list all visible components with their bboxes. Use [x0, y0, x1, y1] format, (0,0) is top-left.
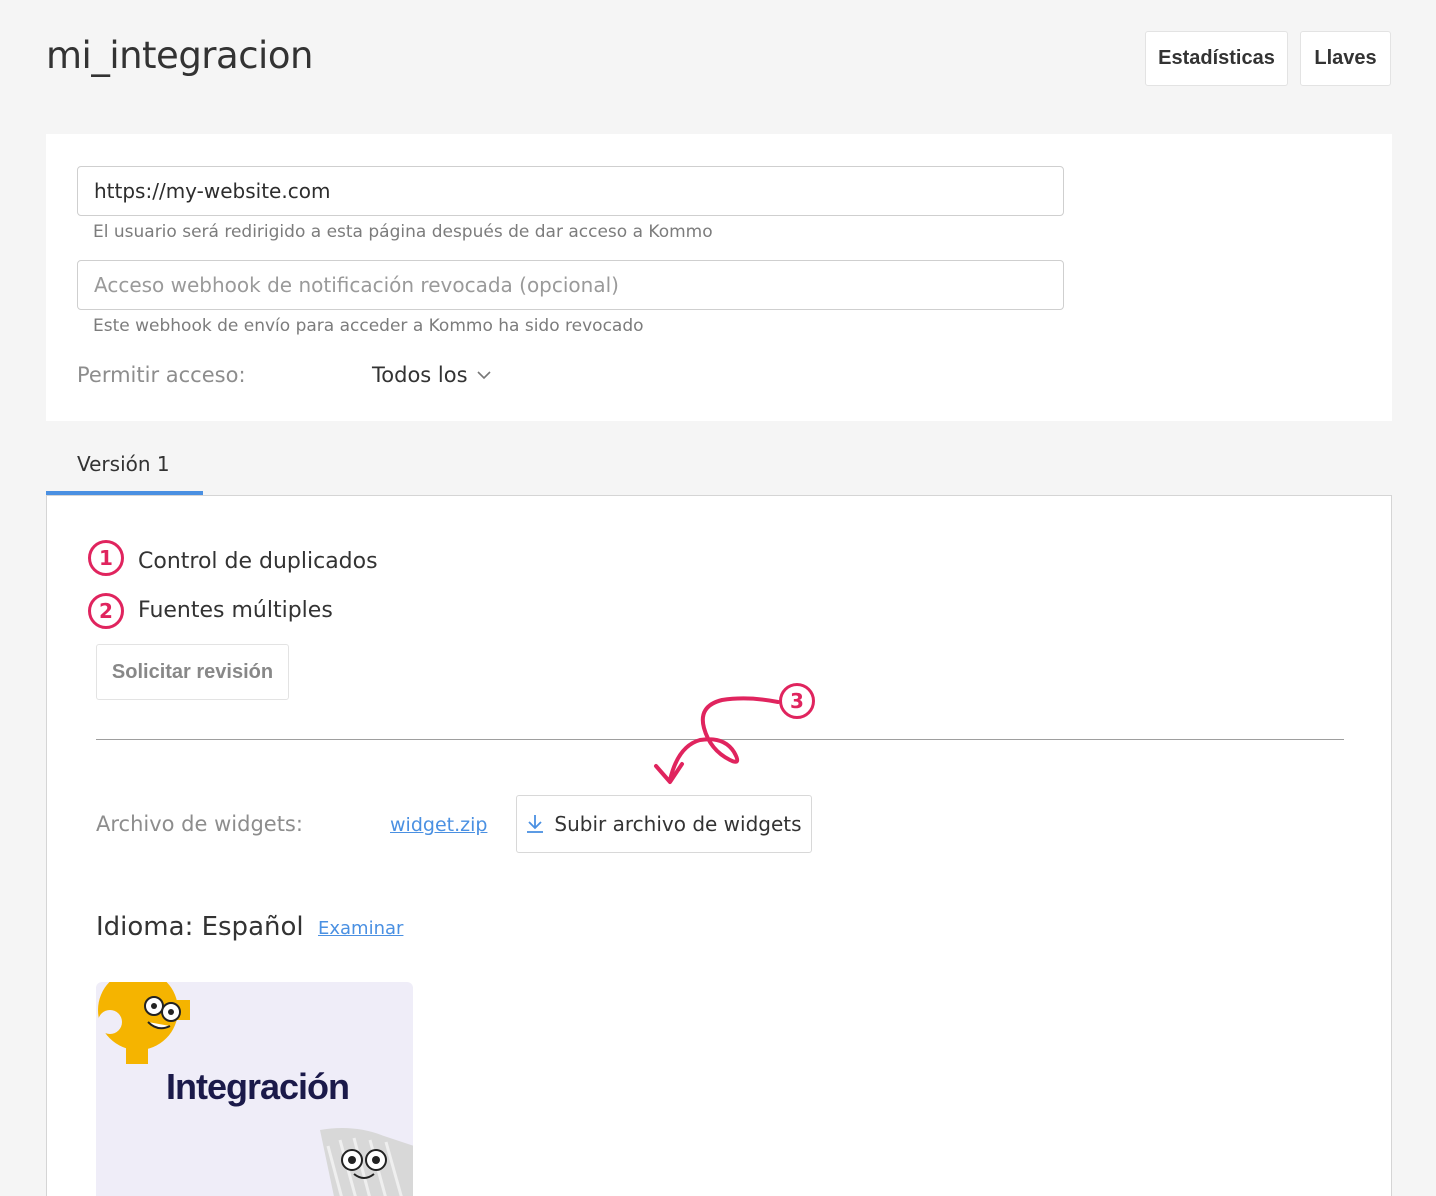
widget-thumbnail: Integración [96, 982, 413, 1196]
feature-multiple-sources: Fuentes múltiples [138, 598, 333, 623]
browse-language-link[interactable]: Examinar [318, 918, 403, 939]
widget-file-label: Archivo de widgets: [96, 812, 303, 836]
keys-button[interactable]: Llaves [1300, 31, 1391, 86]
curved-arrow-icon [654, 696, 780, 784]
webhook-hint: Este webhook de envío para acceder a Kom… [93, 316, 644, 336]
annotation-badge-1: 1 [88, 540, 124, 576]
redirect-url-field[interactable]: https://my-website.com [77, 166, 1064, 216]
access-label: Permitir acceso: [77, 363, 246, 387]
feature-duplicate-control: Control de duplicados [138, 549, 378, 574]
chevron-down-icon [476, 371, 491, 380]
download-icon [527, 815, 544, 833]
request-review-button[interactable]: Solicitar revisión [96, 644, 289, 700]
settings-card: https://my-website.com El usuario será r… [46, 134, 1392, 421]
robot-mascot-icon [320, 1128, 413, 1196]
page-title: mi_integracion [46, 34, 313, 77]
language-label: Idioma: Español [96, 912, 304, 942]
widget-file-link[interactable]: widget.zip [390, 814, 487, 836]
upload-widget-button[interactable]: Subir archivo de widgets [516, 795, 812, 853]
version-card: 1 Control de duplicados 2 Fuentes múltip… [46, 495, 1392, 1196]
gear-mascot-icon [98, 982, 190, 1064]
stats-button[interactable]: Estadísticas [1145, 31, 1288, 86]
access-dropdown[interactable]: Todos los [372, 363, 492, 387]
annotation-badge-2: 2 [88, 593, 124, 629]
webhook-field[interactable]: Acceso webhook de notificación revocada … [77, 260, 1064, 310]
access-dropdown-value: Todos los [372, 363, 468, 387]
upload-widget-label: Subir archivo de widgets [554, 812, 802, 836]
thumbnail-title: Integración [166, 1066, 350, 1107]
redirect-url-hint: El usuario será redirigido a esta página… [93, 222, 713, 242]
tab-version-1[interactable]: Versión 1 [46, 452, 203, 495]
